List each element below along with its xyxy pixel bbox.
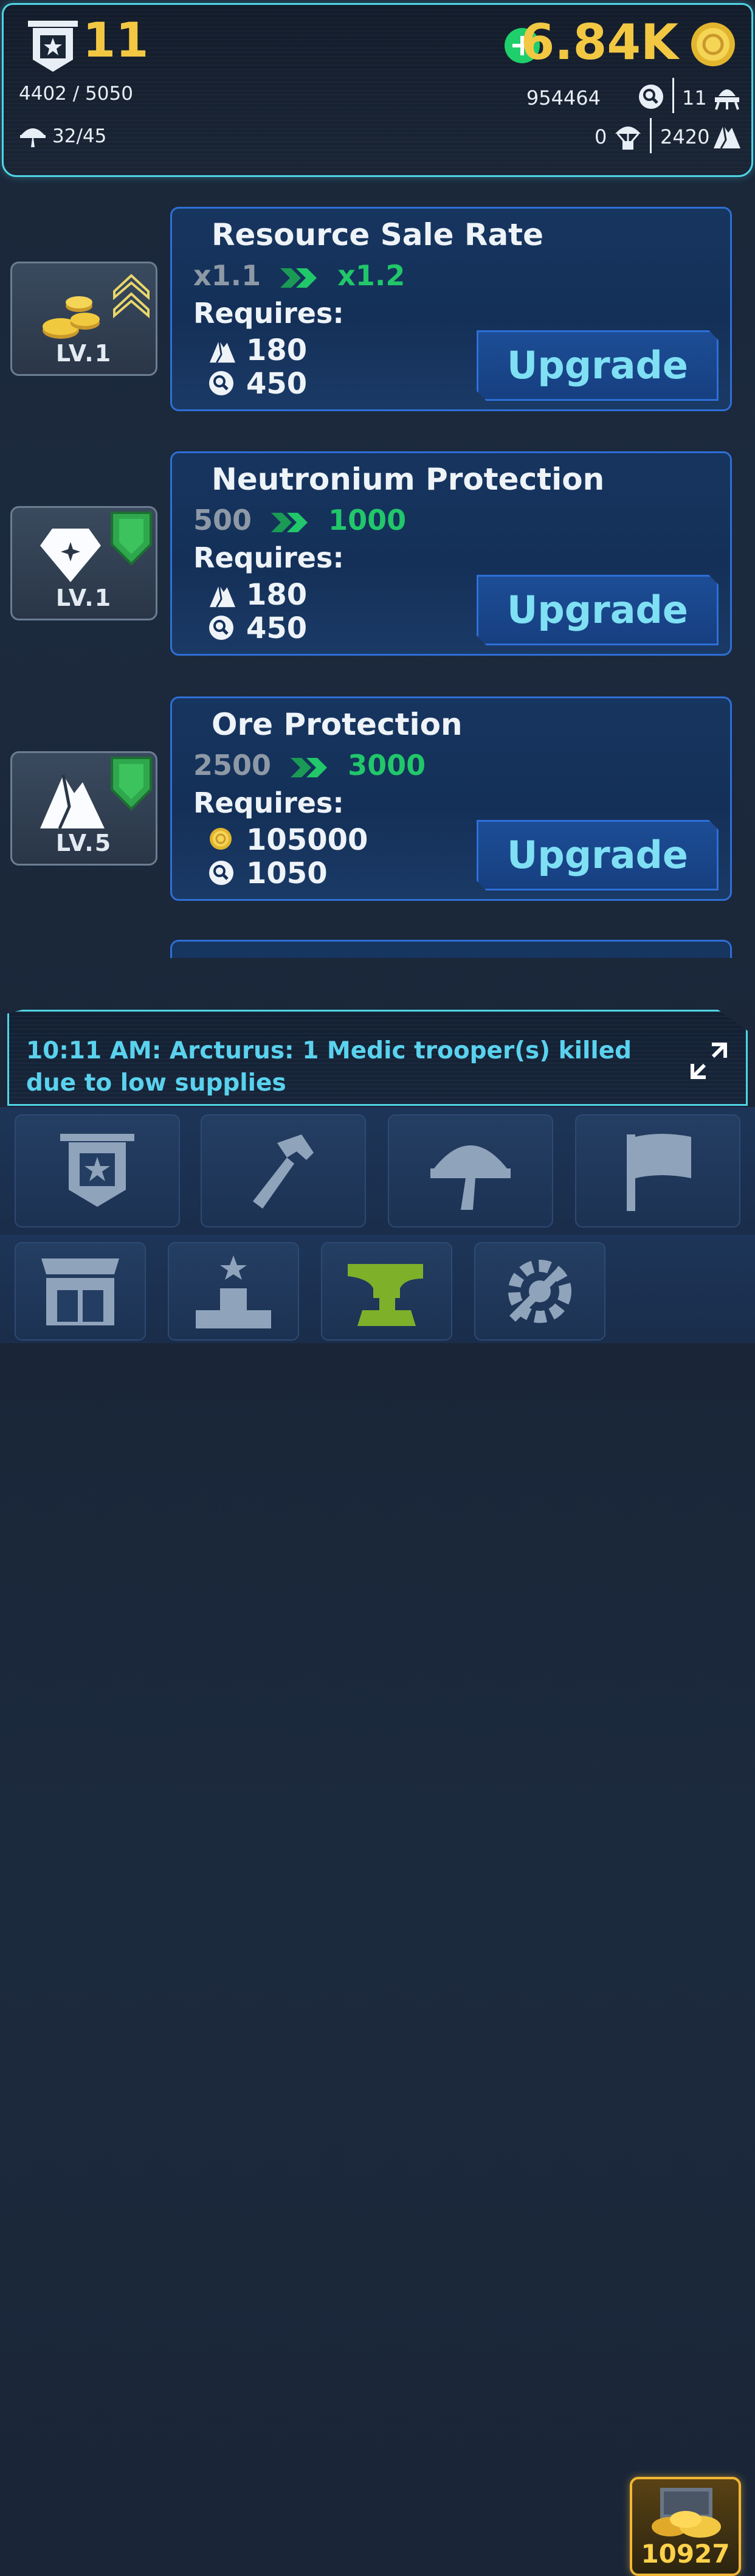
upgrade-new-value: x1.2 bbox=[337, 259, 405, 292]
nav-build-button[interactable] bbox=[201, 1114, 366, 1227]
upgrade-card-partial bbox=[170, 940, 732, 958]
treasure-count: 10927 bbox=[641, 2539, 730, 2569]
ore-mountain-icon bbox=[40, 774, 105, 830]
event-log-message[interactable]: 10:11 AM: Arcturus: 1 Medic trooper(s) k… bbox=[7, 1010, 748, 1106]
xp-progress: 4402 / 5050 bbox=[19, 83, 133, 105]
gold-coin-icon bbox=[691, 23, 735, 66]
upgrade-button[interactable]: Upgrade bbox=[477, 820, 719, 890]
flag-icon bbox=[627, 1134, 691, 1211]
nav-row-secondary: 10927 bbox=[0, 1235, 755, 2576]
arrow-right-icon bbox=[271, 512, 308, 532]
upgrade-rate: 2500 3000 bbox=[193, 749, 426, 782]
nav-settings-button[interactable] bbox=[474, 1242, 605, 1341]
ore-icon bbox=[209, 340, 236, 363]
requirement-ore: 180 bbox=[209, 333, 307, 367]
supply-drop-icon bbox=[615, 127, 641, 150]
upgrade-title: Resource Sale Rate bbox=[212, 217, 543, 252]
requirement-research: 450 bbox=[209, 367, 307, 401]
upgrade-level: LV.5 bbox=[55, 830, 112, 856]
troop-count: 32/45 bbox=[52, 125, 107, 147]
level-banner-icon bbox=[28, 21, 78, 72]
podium-icon bbox=[196, 1255, 271, 1328]
research-icon bbox=[209, 616, 233, 640]
arrow-right-icon bbox=[291, 757, 328, 777]
gold-amount: 6.84K bbox=[520, 14, 678, 71]
nav-shop-button[interactable] bbox=[15, 1242, 146, 1341]
helmet-icon bbox=[430, 1145, 511, 1210]
shop-icon bbox=[41, 1258, 119, 1325]
requires-label: Requires: bbox=[193, 297, 344, 330]
gold-coin-icon bbox=[210, 828, 232, 850]
shield-icon bbox=[111, 512, 152, 566]
trooper-helmet-icon bbox=[20, 128, 46, 147]
nav-troops-button[interactable] bbox=[388, 1114, 553, 1227]
upgrade-card-neutronium-protection: Neutronium Protection 500 1000 Requires:… bbox=[170, 451, 732, 656]
upgrade-title: Ore Protection bbox=[212, 707, 463, 742]
arrow-right-icon bbox=[280, 268, 317, 288]
anvil-icon bbox=[348, 1264, 423, 1326]
treasure-chest-button[interactable]: 10927 bbox=[630, 2477, 741, 2576]
banner-icon bbox=[60, 1134, 134, 1207]
upgrade-old-value: x1.1 bbox=[193, 259, 261, 292]
requires-label: Requires: bbox=[193, 786, 344, 819]
requirement-research: 450 bbox=[209, 611, 307, 645]
upgrade-new-value: 1000 bbox=[328, 504, 407, 536]
nav-flag-button[interactable] bbox=[575, 1114, 740, 1227]
ore-count: 2420 bbox=[660, 125, 710, 148]
player-level: 11 bbox=[83, 13, 149, 68]
requirement-research: 1050 bbox=[209, 856, 328, 890]
diamond-icon bbox=[40, 529, 101, 582]
ship-icon bbox=[715, 89, 739, 110]
nav-forge-button[interactable] bbox=[321, 1242, 452, 1341]
upgrade-rate: 500 1000 bbox=[193, 504, 406, 536]
upgrade-level: LV.1 bbox=[55, 585, 112, 611]
nav-row-primary bbox=[0, 1107, 755, 1235]
upgrade-button[interactable]: Upgrade bbox=[477, 575, 719, 645]
requirement-gold: 105000 bbox=[209, 823, 368, 857]
upgrade-old-value: 500 bbox=[193, 504, 252, 536]
upgrade-badge-resource-sale-rate: LV.1 bbox=[10, 262, 157, 376]
research-icon bbox=[639, 85, 663, 109]
settings-icon bbox=[508, 1260, 571, 1323]
research-icon bbox=[209, 861, 233, 885]
message-text: 10:11 AM: Arcturus: 1 Medic trooper(s) k… bbox=[26, 1037, 632, 1097]
shield-icon bbox=[111, 757, 152, 811]
upgrade-badge-neutronium-protection: LV.1 bbox=[10, 506, 157, 620]
upgrade-old-value: 2500 bbox=[193, 749, 272, 782]
ship-count: 11 bbox=[682, 86, 707, 109]
upgrade-badge-ore-protection: LV.5 bbox=[10, 751, 157, 866]
upgrade-rate: x1.1 x1.2 bbox=[193, 259, 405, 292]
expand-icon[interactable] bbox=[690, 1042, 728, 1080]
status-header: 11 4402 / 5050 32/45 6.84K 954464 11 0 2… bbox=[2, 3, 753, 177]
upgrade-level: LV.1 bbox=[55, 340, 112, 367]
requirement-ore: 180 bbox=[209, 578, 307, 612]
hammer-icon bbox=[253, 1134, 314, 1209]
upgrade-card-resource-sale-rate: Resource Sale Rate x1.1 x1.2 Requires: 1… bbox=[170, 207, 732, 411]
rank-chevrons-icon bbox=[113, 274, 150, 319]
nav-banner-button[interactable] bbox=[15, 1114, 180, 1227]
upgrade-title: Neutronium Protection bbox=[212, 462, 605, 497]
upgrade-new-value: 3000 bbox=[348, 749, 426, 782]
nav-leaderboard-button[interactable] bbox=[168, 1242, 299, 1341]
research-points: 954464 bbox=[526, 86, 601, 109]
research-icon bbox=[209, 371, 233, 395]
upgrade-card-ore-protection: Ore Protection 2500 3000 Requires: 10500… bbox=[170, 696, 732, 901]
ore-icon bbox=[714, 125, 740, 149]
ore-icon bbox=[209, 585, 236, 608]
treasure-icon bbox=[652, 2488, 721, 2538]
supply-drop-count: 0 bbox=[595, 125, 607, 148]
requires-label: Requires: bbox=[193, 541, 344, 574]
upgrade-button[interactable]: Upgrade bbox=[477, 330, 719, 401]
gold-coins-icon bbox=[43, 296, 100, 339]
